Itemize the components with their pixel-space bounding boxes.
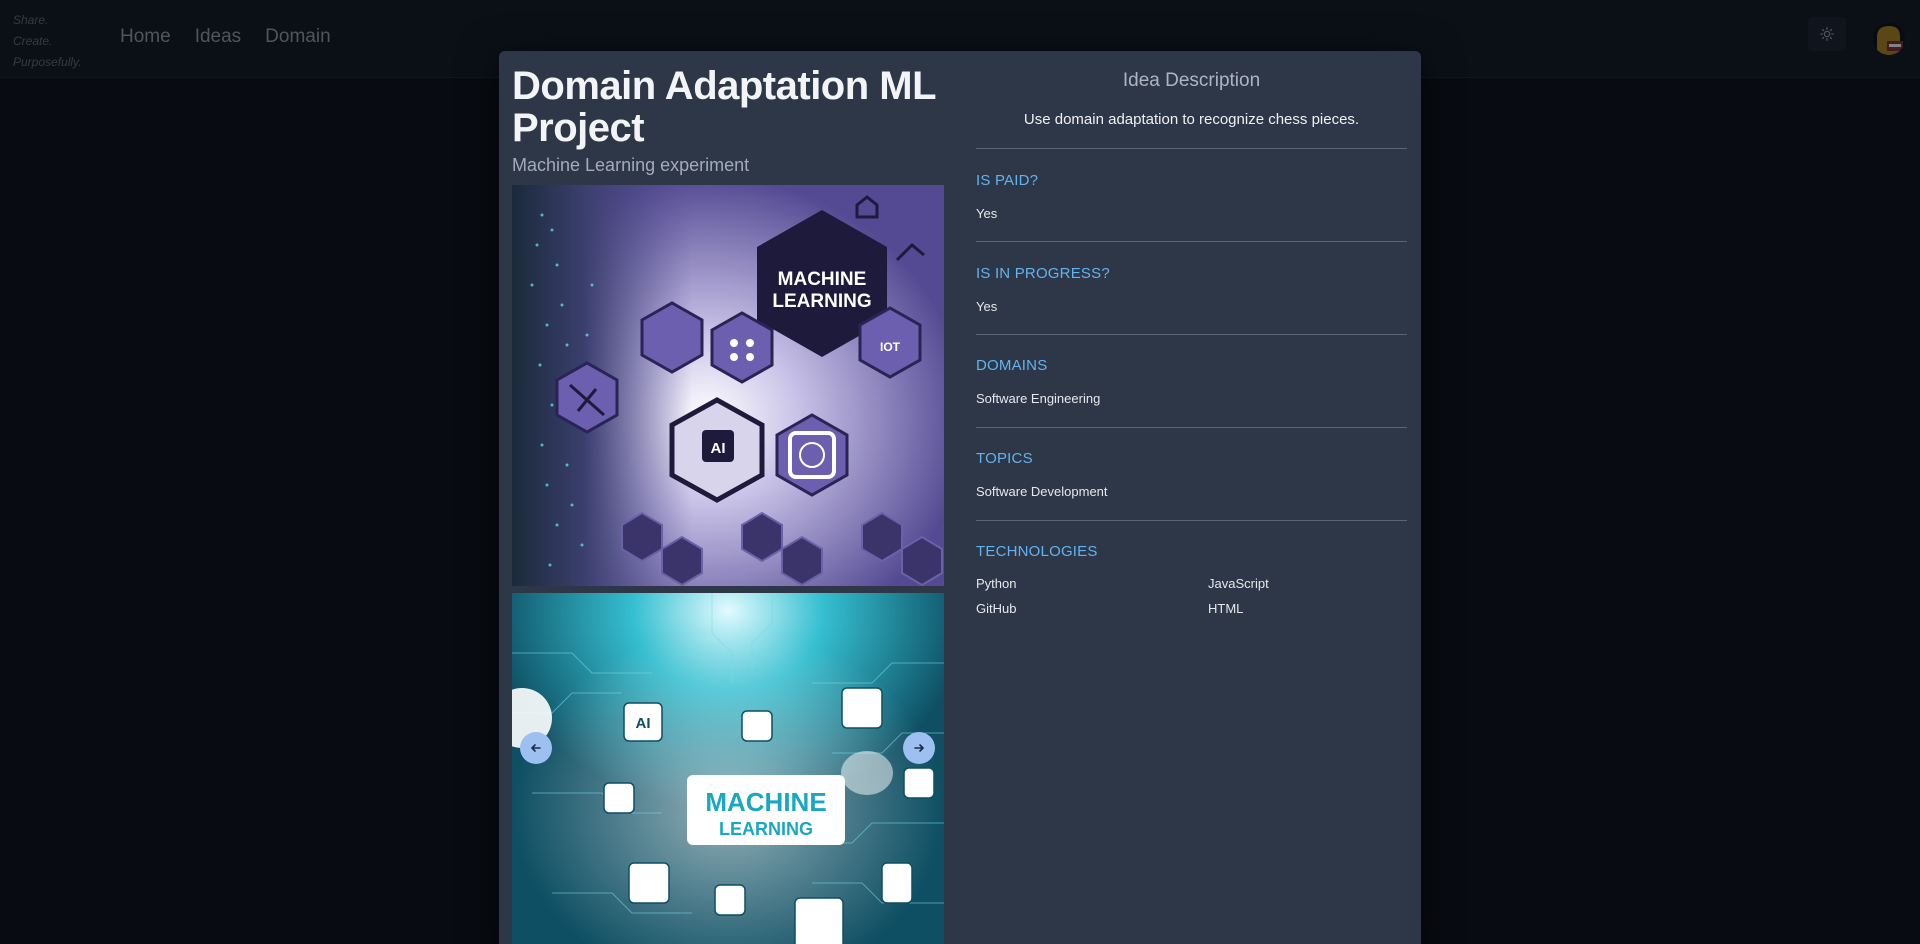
idea-description: Use domain adaptation to recognize chess…	[1023, 111, 1360, 128]
section-topics: TOPICS Software Development	[976, 427, 1407, 520]
technology-item: GitHub	[976, 601, 1017, 616]
slide1-text-2: LEARNING	[772, 291, 871, 312]
svg-text:IOT: IOT	[880, 340, 901, 354]
ml-circuit-image: AI MACHINE LEARNING	[512, 593, 944, 944]
idea-details: Idea Description Use domain adaptation t…	[976, 51, 1407, 616]
section-technologies: TECHNOLOGIES Python JavaScript GitHub HT…	[976, 520, 1407, 616]
section-domains: DOMAINS Software Engineering	[976, 334, 1407, 427]
idea-title: Domain Adaptation ML Project	[512, 64, 936, 150]
ml-hexagon-image: MACHINE LEARNING IOT AI	[512, 185, 944, 586]
idea-header: Domain Adaptation ML Project Machine Lea…	[512, 65, 944, 176]
section-label: IS PAID?	[976, 172, 1039, 189]
section-value: Software Development	[976, 484, 1108, 499]
section-is-in-progress: IS IN PROGRESS? Yes	[976, 241, 1407, 334]
technologies-list: Python JavaScript GitHub HTML	[976, 576, 1407, 616]
carousel-slide-1: MACHINE LEARNING IOT AI	[512, 185, 944, 586]
technology-item: JavaScript	[1208, 576, 1269, 591]
svg-text:AI: AI	[636, 715, 651, 732]
arrow-left-icon	[531, 744, 541, 752]
section-label: TECHNOLOGIES	[976, 543, 1098, 560]
idea-subtitle: Machine Learning experiment	[512, 155, 750, 175]
section-value: Yes	[976, 299, 998, 314]
section-label: TOPICS	[976, 450, 1033, 467]
technology-item: Python	[976, 576, 1017, 591]
technology-item: HTML	[1208, 601, 1244, 616]
idea-detail-modal: Domain Adaptation ML Project Machine Lea…	[499, 51, 1421, 944]
carousel-slide-2: AI MACHINE LEARNING	[512, 593, 944, 944]
carousel-prev-button[interactable]	[520, 732, 552, 764]
section-label: DOMAINS	[976, 357, 1048, 374]
section-value: Yes	[976, 206, 998, 221]
svg-text:AI: AI	[711, 440, 726, 457]
carousel-next-button[interactable]	[903, 732, 935, 764]
image-carousel[interactable]: MACHINE LEARNING IOT AI AI MACHINE LEARN…	[512, 185, 944, 944]
slide1-text-1: MACHINE	[778, 269, 867, 290]
slide2-text-1: MACHINE	[705, 787, 826, 817]
section-label: IS IN PROGRESS?	[976, 265, 1110, 282]
section-value: Software Engineering	[976, 391, 1101, 406]
description-heading: Idea Description	[1122, 70, 1261, 91]
section-is-paid: IS PAID? Yes	[976, 148, 1407, 241]
arrow-right-icon	[914, 744, 924, 752]
slide2-text-2: LEARNING	[719, 819, 813, 839]
